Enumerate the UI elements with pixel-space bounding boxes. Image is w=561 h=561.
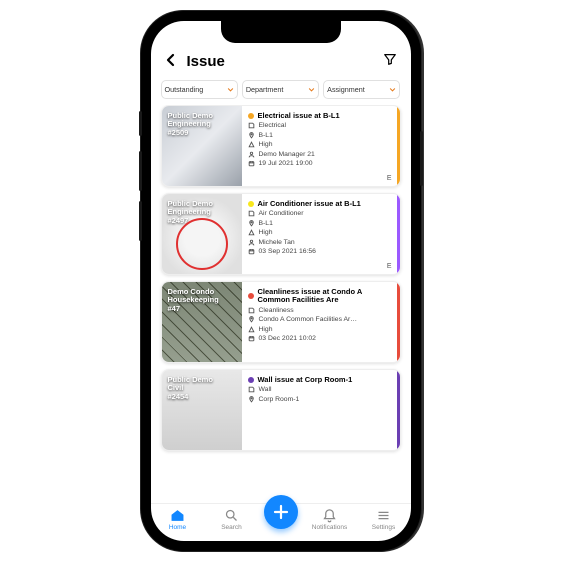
filter-chips: Outstanding Department Assignment	[151, 80, 411, 105]
issue-datetime: 03 Sep 2021 16:56	[259, 248, 316, 255]
status-dot	[248, 201, 254, 207]
menu-icon	[376, 508, 391, 523]
thumb-id: #2509	[168, 129, 236, 138]
thumb-id: #2454	[168, 393, 236, 402]
issue-thumbnail: Public DemoEngineering#2509	[162, 106, 242, 186]
thumb-id: #47	[168, 305, 236, 314]
issue-card[interactable]: Public DemoEngineering#2497Air Condition…	[161, 193, 401, 275]
issue-title: Air Conditioner issue at B-L1	[258, 200, 361, 208]
filter-label: Outstanding	[165, 85, 204, 94]
filter-button[interactable]	[383, 52, 397, 71]
priority-stripe	[397, 282, 400, 362]
filter-label: Department	[246, 85, 284, 94]
issue-location: B-L1	[259, 132, 273, 139]
issue-card[interactable]: Public DemoCivil#2454Wall issue at Corp …	[161, 369, 401, 451]
issue-title: Electrical issue at B-L1	[258, 112, 340, 120]
issue-category: Air Conditioner	[259, 210, 304, 217]
page-title: Issue	[187, 53, 373, 70]
issue-body: Electrical issue at B-L1 Electrical B-L1 Hi…	[248, 106, 400, 186]
issue-assignee: Demo Manager 21	[259, 151, 315, 158]
nav-search[interactable]: Search	[210, 508, 254, 531]
bell-icon	[322, 508, 337, 523]
issue-location: B-L1	[259, 220, 273, 227]
issue-thumbnail: Public DemoEngineering#2497	[162, 194, 242, 274]
issue-location: Corp Room-1	[259, 396, 300, 403]
issue-thumbnail: Demo CondoHousekeeping#47	[162, 282, 242, 362]
priority-stripe	[397, 370, 400, 450]
nav-home[interactable]: Home	[156, 508, 200, 531]
filter-chip-1[interactable]: Department	[242, 80, 319, 99]
issue-priority: High	[259, 229, 273, 236]
issue-flag: E	[387, 175, 392, 182]
funnel-icon	[383, 52, 397, 66]
issue-body: Wall issue at Corp Room-1 Wall Corp Room-1	[248, 370, 400, 450]
status-dot	[248, 293, 254, 299]
issue-title: Cleanliness issue at Condo A Common Faci…	[258, 288, 396, 305]
priority-stripe	[397, 106, 400, 186]
search-icon	[224, 508, 239, 523]
status-dot	[248, 113, 254, 119]
issue-datetime: 03 Dec 2021 10:02	[259, 335, 316, 342]
issue-list[interactable]: Public DemoEngineering#2509Electrical is…	[151, 105, 411, 503]
plus-icon	[273, 504, 289, 520]
issue-title: Wall issue at Corp Room-1	[258, 376, 353, 384]
issue-priority: High	[259, 326, 273, 333]
issue-location: Condo A Common Facilities Ar…	[259, 316, 358, 323]
chevron-down-icon	[308, 86, 315, 93]
issue-body: Cleanliness issue at Condo A Common Faci…	[248, 282, 400, 362]
thumb-id: #2497	[168, 217, 236, 226]
issue-category: Cleanliness	[259, 307, 294, 314]
nav-notifications[interactable]: Notifications	[308, 508, 352, 531]
filter-label: Assignment	[327, 85, 365, 94]
screen: Issue Outstanding Department Assignment Pu…	[151, 21, 411, 541]
back-button[interactable]	[165, 51, 177, 72]
nav-settings[interactable]: Settings	[362, 508, 406, 531]
issue-card[interactable]: Demo CondoHousekeeping#47 Cleanliness iss…	[161, 281, 401, 363]
bottom-nav: Home Search Notifications Settings	[151, 503, 411, 541]
filter-chip-2[interactable]: Assignment	[323, 80, 400, 99]
chevron-down-icon	[389, 86, 396, 93]
status-dot	[248, 377, 254, 383]
priority-stripe	[397, 194, 400, 274]
home-icon	[170, 508, 185, 523]
issue-category: Electrical	[259, 122, 287, 129]
chevron-left-icon	[165, 53, 177, 67]
add-button[interactable]	[264, 495, 298, 529]
chevron-down-icon	[227, 86, 234, 93]
filter-chip-0[interactable]: Outstanding	[161, 80, 238, 99]
notch	[221, 21, 341, 43]
issue-priority: High	[259, 141, 273, 148]
issue-datetime: 19 Jul 2021 19:00	[259, 160, 313, 167]
issue-assignee: Michele Tan	[259, 239, 295, 246]
issue-card[interactable]: Public DemoEngineering#2509Electrical is…	[161, 105, 401, 187]
issue-body: Air Conditioner issue at B-L1 Air Conditi…	[248, 194, 400, 274]
issue-thumbnail: Public DemoCivil#2454	[162, 370, 242, 450]
phone-frame: Issue Outstanding Department Assignment Pu…	[141, 11, 421, 551]
issue-category: Wall	[259, 386, 272, 393]
issue-flag: E	[387, 263, 392, 270]
